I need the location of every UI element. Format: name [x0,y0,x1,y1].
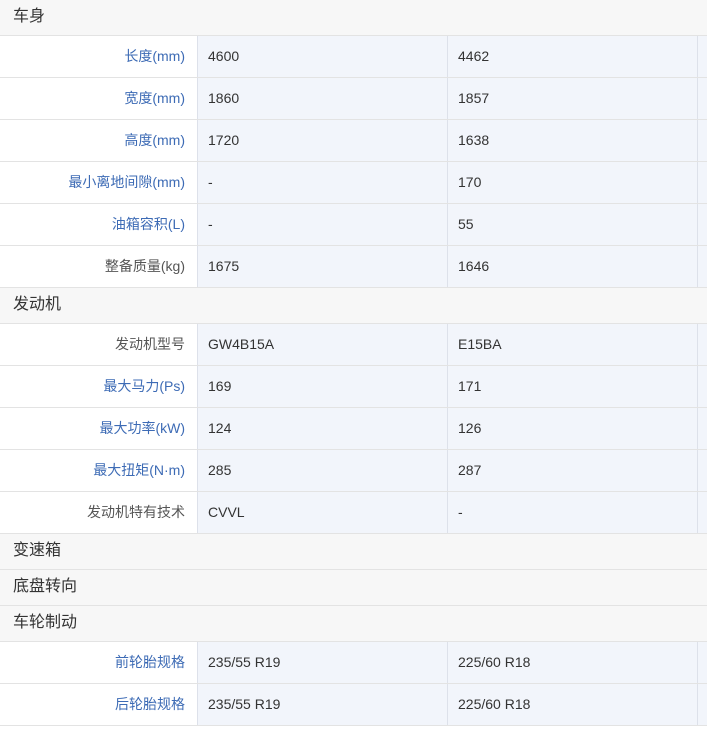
spec-value-empty [698,642,707,683]
spec-value: 1857 [448,78,698,119]
spec-value-empty [698,78,707,119]
section-header: 底盘转向 [0,570,707,606]
spec-value: - [448,492,698,533]
spec-value: 225/60 R18 [448,642,698,683]
spec-label[interactable]: 前轮胎规格 [0,642,198,683]
spec-value-empty [698,684,707,725]
section-header: 发动机 [0,288,707,324]
spec-row: 油箱容积(L) -55 [0,204,707,246]
spec-label[interactable]: 最大扭矩(N·m) [0,450,198,491]
spec-value: CVVL [198,492,448,533]
spec-value: 169 [198,366,448,407]
spec-value: 1638 [448,120,698,161]
spec-value: 285 [198,450,448,491]
spec-value: 1860 [198,78,448,119]
spec-row: 宽度(mm) 1860 1857 [0,78,707,120]
spec-label[interactable]: 宽度(mm) [0,78,198,119]
spec-label: 发动机型号 [0,324,198,365]
spec-label[interactable]: 长度(mm) [0,36,198,77]
spec-value-empty [698,492,707,533]
spec-value: 171 [448,366,698,407]
spec-value-empty [698,36,707,77]
spec-row: 整备质量(kg) 1675 1646 [0,246,707,288]
spec-value-empty [698,162,707,203]
spec-comparison-table: 车身 长度(mm) 4600 4462 宽度(mm) 1860 1857 高度(mm) 1720… [0,0,707,726]
spec-value: 1675 [198,246,448,287]
section-header: 车身 [0,0,707,36]
spec-row: 长度(mm) 4600 4462 [0,36,707,78]
spec-label[interactable]: 后轮胎规格 [0,684,198,725]
spec-row: 最小离地间隙(mm) -170 [0,162,707,204]
spec-row: 高度(mm) 1720 1638 [0,120,707,162]
spec-row: 最大马力(Ps) 169 171 [0,366,707,408]
spec-label[interactable]: 最大功率(kW) [0,408,198,449]
spec-value-empty [698,246,707,287]
spec-value: 1720 [198,120,448,161]
spec-value: 225/60 R18 [448,684,698,725]
spec-value-empty [698,450,707,491]
spec-value: - [198,204,448,245]
spec-row: 发动机型号 GW4B15A E15BA [0,324,707,366]
spec-value: E15BA [448,324,698,365]
spec-value: 124 [198,408,448,449]
spec-value-empty [698,120,707,161]
spec-label: 整备质量(kg) [0,246,198,287]
spec-value: 1646 [448,246,698,287]
spec-label[interactable]: 高度(mm) [0,120,198,161]
spec-row: 最大功率(kW) 124 126 [0,408,707,450]
spec-label: 发动机特有技术 [0,492,198,533]
spec-value: 287 [448,450,698,491]
spec-value: 235/55 R19 [198,684,448,725]
spec-value: 4600 [198,36,448,77]
spec-value: 55 [448,204,698,245]
spec-value: 4462 [448,36,698,77]
spec-value: 126 [448,408,698,449]
spec-value: 235/55 R19 [198,642,448,683]
spec-row: 发动机特有技术 CVVL - [0,492,707,534]
spec-row: 前轮胎规格 235/55 R19 225/60 R18 [0,642,707,684]
spec-row: 最大扭矩(N·m) 285 287 [0,450,707,492]
spec-value-empty [698,366,707,407]
spec-value: - [198,162,448,203]
spec-label[interactable]: 最大马力(Ps) [0,366,198,407]
spec-value: GW4B15A [198,324,448,365]
spec-value-empty [698,324,707,365]
spec-label[interactable]: 最小离地间隙(mm) [0,162,198,203]
spec-value-empty [698,408,707,449]
spec-value: 170 [448,162,698,203]
spec-label[interactable]: 油箱容积(L) [0,204,198,245]
section-header: 变速箱 [0,534,707,570]
spec-value-empty [698,204,707,245]
spec-row: 后轮胎规格 235/55 R19 225/60 R18 [0,684,707,726]
section-header: 车轮制动 [0,606,707,642]
